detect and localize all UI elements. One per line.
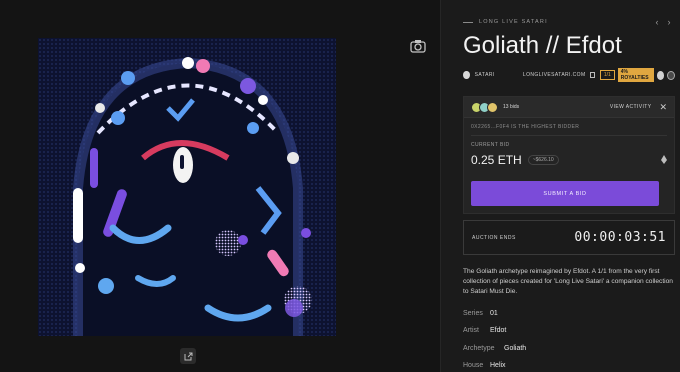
highest-bidder-text: 0X2265...F0F4 IS THE HIGHEST BIDDER (471, 124, 580, 130)
auction-timer: 00:00:03:51 (574, 230, 666, 245)
attribute-house: House Helix (463, 362, 673, 369)
current-bid-row: 0.25 ETH ~$626.10 (464, 148, 674, 168)
artwork-description: The Goliath archetype reimagined by Efdo… (463, 268, 673, 295)
attribute-value: Goliath (504, 345, 527, 352)
attribute-archetype: Archetype Goliath (463, 345, 673, 352)
attribute-value[interactable]: Efdot (490, 327, 506, 334)
breadcrumb-divider (463, 21, 473, 23)
royalties-badge: 4% ROYALTIES (617, 68, 654, 82)
copy-icon[interactable] (589, 72, 595, 78)
auction-ends-panel: AUCTION ENDS 00:00:03:51 (463, 220, 675, 255)
auction-ends-label: AUCTION ENDS (472, 234, 516, 241)
usd-amount: ~$626.10 (527, 154, 559, 165)
view-activity-link[interactable]: VIEW ACTIVITY (610, 104, 652, 110)
attribute-key: House (463, 362, 484, 369)
chevron-right-icon[interactable]: › (663, 17, 675, 27)
open-external-icon[interactable] (180, 348, 196, 364)
attribute-value: 01 (490, 310, 498, 317)
bid-card: 13 bids VIEW ACTIVITY ✕ 0X2265...F0F4 IS… (463, 96, 675, 214)
meta-row: SATARI LONGLIVESATARI.COM 1/1 4% ROYALTI… (463, 68, 675, 82)
attribute-key: Series (463, 310, 483, 317)
bid-amount: 0.25 ETH (471, 152, 522, 167)
breadcrumb: Long Live Satari ‹ › (463, 16, 675, 28)
media-panel (0, 0, 440, 372)
website-link[interactable]: LONGLIVESATARI.COM (523, 72, 586, 78)
attribute-key: Artist (463, 327, 479, 334)
collection-link[interactable]: Long Live Satari (479, 19, 651, 25)
bidder-avatar (487, 101, 498, 113)
page-title: Goliath // Efdot (463, 32, 622, 59)
edition-badge: 1/1 (599, 70, 615, 80)
details-panel: Long Live Satari ‹ › Goliath // Efdot SA… (440, 0, 680, 372)
attribute-artist: Artist Efdot (463, 327, 673, 334)
current-bid-label: CURRENT BID (471, 142, 510, 148)
attribute-series: Series 01 (463, 310, 673, 317)
artwork-image (38, 38, 336, 336)
bid-activity-bar: 13 bids VIEW ACTIVITY ✕ (464, 97, 674, 118)
attribute-value: Helix (490, 362, 506, 369)
submit-bid-button[interactable]: SUBMIT A BID (471, 181, 659, 206)
more-icon[interactable] (667, 70, 675, 80)
artist-link[interactable]: SATARI (475, 72, 495, 78)
share-icon[interactable] (656, 70, 665, 80)
artist-avatar (463, 71, 470, 79)
chevron-left-icon[interactable]: ‹ (651, 17, 663, 27)
bidder-avatars (471, 101, 498, 113)
attribute-key: Archetype (463, 345, 495, 352)
eth-icon (661, 155, 667, 164)
bids-count: 13 bids (503, 104, 520, 110)
camera-icon[interactable] (409, 38, 427, 54)
close-icon[interactable]: ✕ (659, 102, 667, 113)
